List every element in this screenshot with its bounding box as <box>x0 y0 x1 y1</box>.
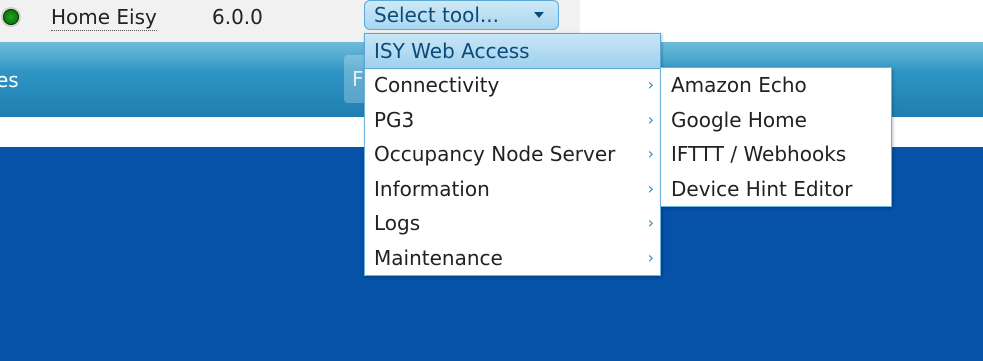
menu-item-label: Occupancy Node Server <box>374 142 616 166</box>
select-tool-label: Select tool... <box>374 3 499 27</box>
menu-item-label: Information <box>374 176 490 201</box>
menu-item[interactable]: Connectivity › <box>365 68 660 103</box>
chevron-right-icon: › <box>647 247 654 267</box>
tool-menu: ISY Web Access Connectivity › PG3 › Occupancy… <box>364 33 661 276</box>
connectivity-submenu: Amazon Echo Google Home IFTTT / Webhooks De… <box>660 67 892 207</box>
menu-item[interactable]: PG3 › <box>365 103 660 138</box>
menu-item[interactable]: Information › <box>365 172 660 207</box>
nav-item-partial[interactable]: es <box>0 68 19 92</box>
submenu-item[interactable]: Amazon Echo <box>661 68 891 103</box>
status-online-icon <box>3 9 19 25</box>
chevron-right-icon: › <box>647 178 654 198</box>
chevron-right-icon: › <box>647 109 654 129</box>
chevron-right-icon: › <box>647 75 654 94</box>
menu-item-label: Logs <box>374 211 421 235</box>
submenu-item[interactable]: Device Hint Editor <box>661 172 891 207</box>
menu-item[interactable]: Logs › <box>365 206 660 241</box>
caret-down-icon <box>534 12 544 18</box>
chevron-right-icon: › <box>647 144 654 163</box>
device-name-link[interactable]: Home Eisy <box>51 4 157 31</box>
submenu-item[interactable]: Google Home <box>661 103 891 138</box>
menu-item[interactable]: Occupancy Node Server › <box>365 137 660 172</box>
page: Home Eisy 6.0.0 Select tool... es F ISY … <box>0 0 983 361</box>
menu-item-label: ISY Web Access <box>374 39 530 63</box>
submenu-item[interactable]: IFTTT / Webhooks <box>661 137 891 172</box>
chevron-right-icon: › <box>647 213 654 232</box>
menu-item-label: Maintenance <box>374 245 503 270</box>
nav-button-partial-label: F <box>352 67 364 91</box>
device-version: 6.0.0 <box>212 5 263 29</box>
menu-item-label: PG3 <box>374 107 415 132</box>
menu-item[interactable]: ISY Web Access <box>364 33 661 69</box>
select-tool-dropdown[interactable]: Select tool... <box>364 0 559 30</box>
menu-item[interactable]: Maintenance › <box>365 241 660 276</box>
menu-item-label: Connectivity <box>374 73 500 97</box>
